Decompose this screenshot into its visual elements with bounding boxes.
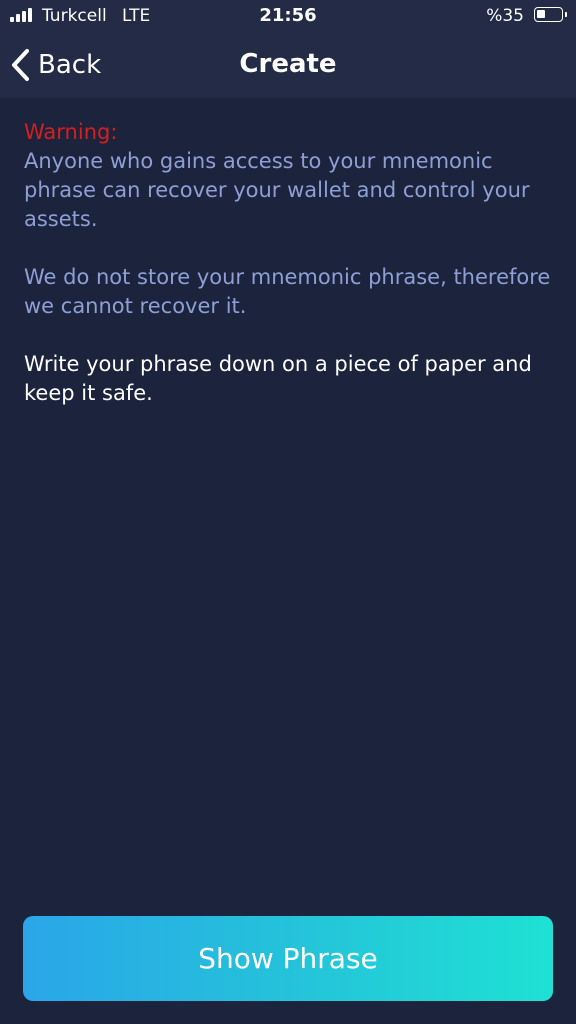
top-bar: Turkcell LTE 21:56 %35 Back Create — [0, 0, 576, 98]
battery-percent: %35 — [486, 6, 524, 26]
warning-paragraph-storage: We do not store your mnemonic phrase, th… — [24, 265, 551, 318]
warning-content: Warning: Anyone who gains access to your… — [24, 118, 554, 408]
create-wallet-screen: Turkcell LTE 21:56 %35 Back Create Warni… — [0, 0, 576, 1024]
chevron-left-icon — [12, 49, 29, 81]
status-bar: Turkcell LTE 21:56 %35 — [0, 0, 576, 34]
back-button[interactable]: Back — [10, 44, 101, 86]
back-label: Back — [38, 50, 102, 80]
show-phrase-button[interactable]: Show Phrase — [23, 916, 553, 1001]
advice-paragraph: Write your phrase down on a piece of pap… — [24, 352, 532, 405]
warning-paragraph-access: Anyone who gains access to your mnemonic… — [24, 149, 530, 231]
warning-label: Warning: — [24, 120, 118, 144]
battery-level-fill — [537, 10, 545, 18]
battery-icon — [534, 7, 567, 22]
